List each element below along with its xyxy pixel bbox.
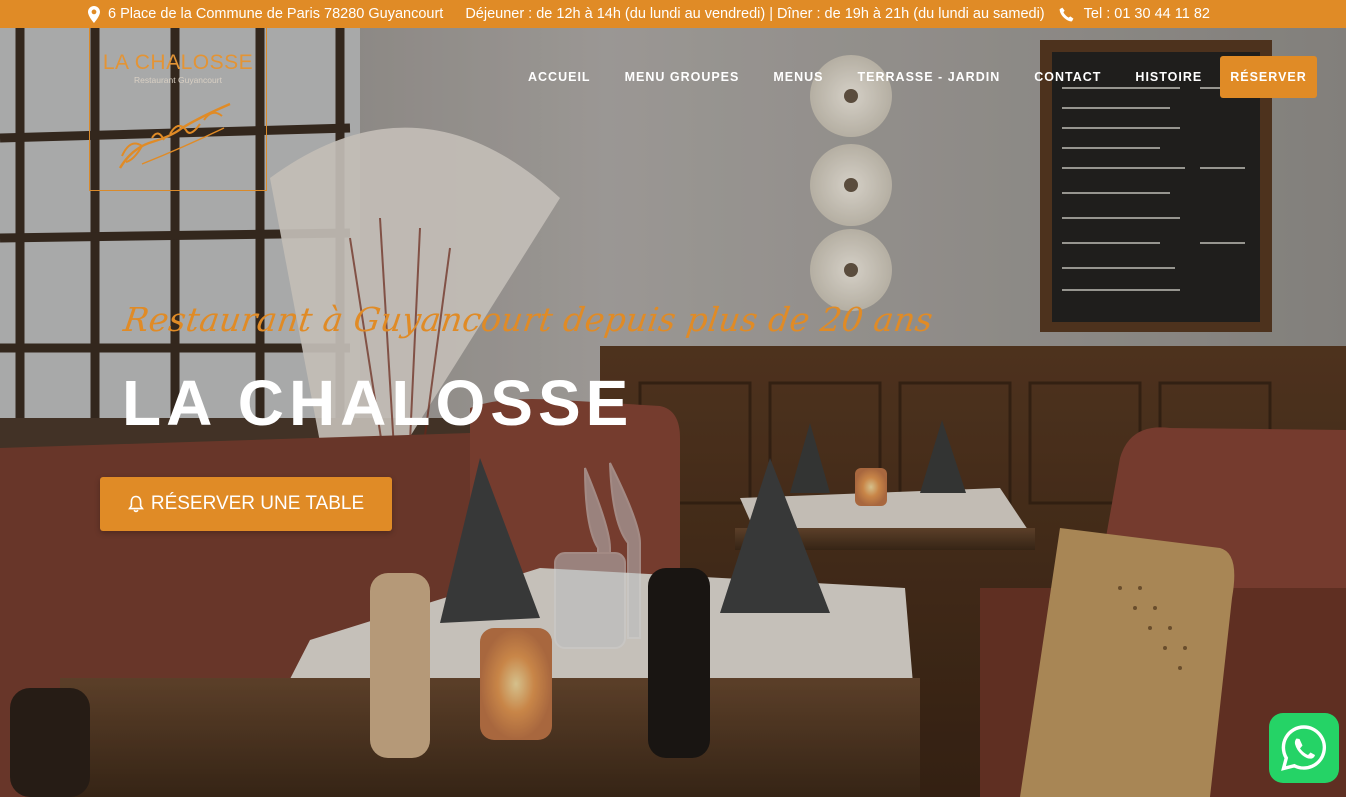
whatsapp-icon xyxy=(1281,725,1326,771)
reserve-table-button[interactable]: RÉSERVER UNE TABLE xyxy=(100,477,392,531)
nav-item-terrasse-jardin[interactable]: TERRASSE - JARDIN xyxy=(858,70,1001,84)
nav-item-histoire[interactable]: HISTOIRE xyxy=(1135,70,1202,84)
nav-item-accueil[interactable]: ACCUEIL xyxy=(528,70,591,84)
nav-item-menu-groupes[interactable]: MENU GROUPES xyxy=(625,70,740,84)
address-item[interactable]: 6 Place de la Commune de Paris 78280 Guy… xyxy=(88,5,444,23)
phone-item[interactable]: Tel : 01 30 44 11 82 xyxy=(1059,6,1210,22)
main-navigation: ACCUEIL MENU GROUPES MENUS TERRASSE - JA… xyxy=(510,56,1317,98)
bell-icon xyxy=(127,495,144,513)
hero-headline: LA CHALOSSE xyxy=(122,367,634,439)
hours-text: Déjeuner : de 12h à 14h (du lundi au ven… xyxy=(465,6,1045,22)
nav-reserve-button[interactable]: RÉSERVER xyxy=(1220,56,1317,98)
map-marker-icon xyxy=(88,5,100,23)
logo-signature-image xyxy=(118,102,231,169)
nav-item-contact[interactable]: CONTACT xyxy=(1034,70,1101,84)
address-text: 6 Place de la Commune de Paris 78280 Guy… xyxy=(108,6,444,22)
hero-tagline: Restaurant à Guyancourt depuis plus de 2… xyxy=(121,300,936,339)
opening-hours: Déjeuner : de 12h à 14h (du lundi au ven… xyxy=(465,6,1044,22)
whatsapp-button[interactable] xyxy=(1269,713,1339,783)
site-logo[interactable]: LA CHALOSSE Restaurant Guyancourt xyxy=(89,28,267,191)
reserve-table-label: RÉSERVER UNE TABLE xyxy=(150,493,365,514)
nav-item-menus[interactable]: MENUS xyxy=(773,70,823,84)
logo-subtitle: Restaurant Guyancourt xyxy=(134,75,222,85)
logo-name: LA CHALOSSE xyxy=(102,51,254,74)
phone-text: Tel : 01 30 44 11 82 xyxy=(1083,6,1210,22)
phone-icon xyxy=(1059,7,1074,21)
top-info-bar: 6 Place de la Commune de Paris 78280 Guy… xyxy=(0,0,1346,28)
